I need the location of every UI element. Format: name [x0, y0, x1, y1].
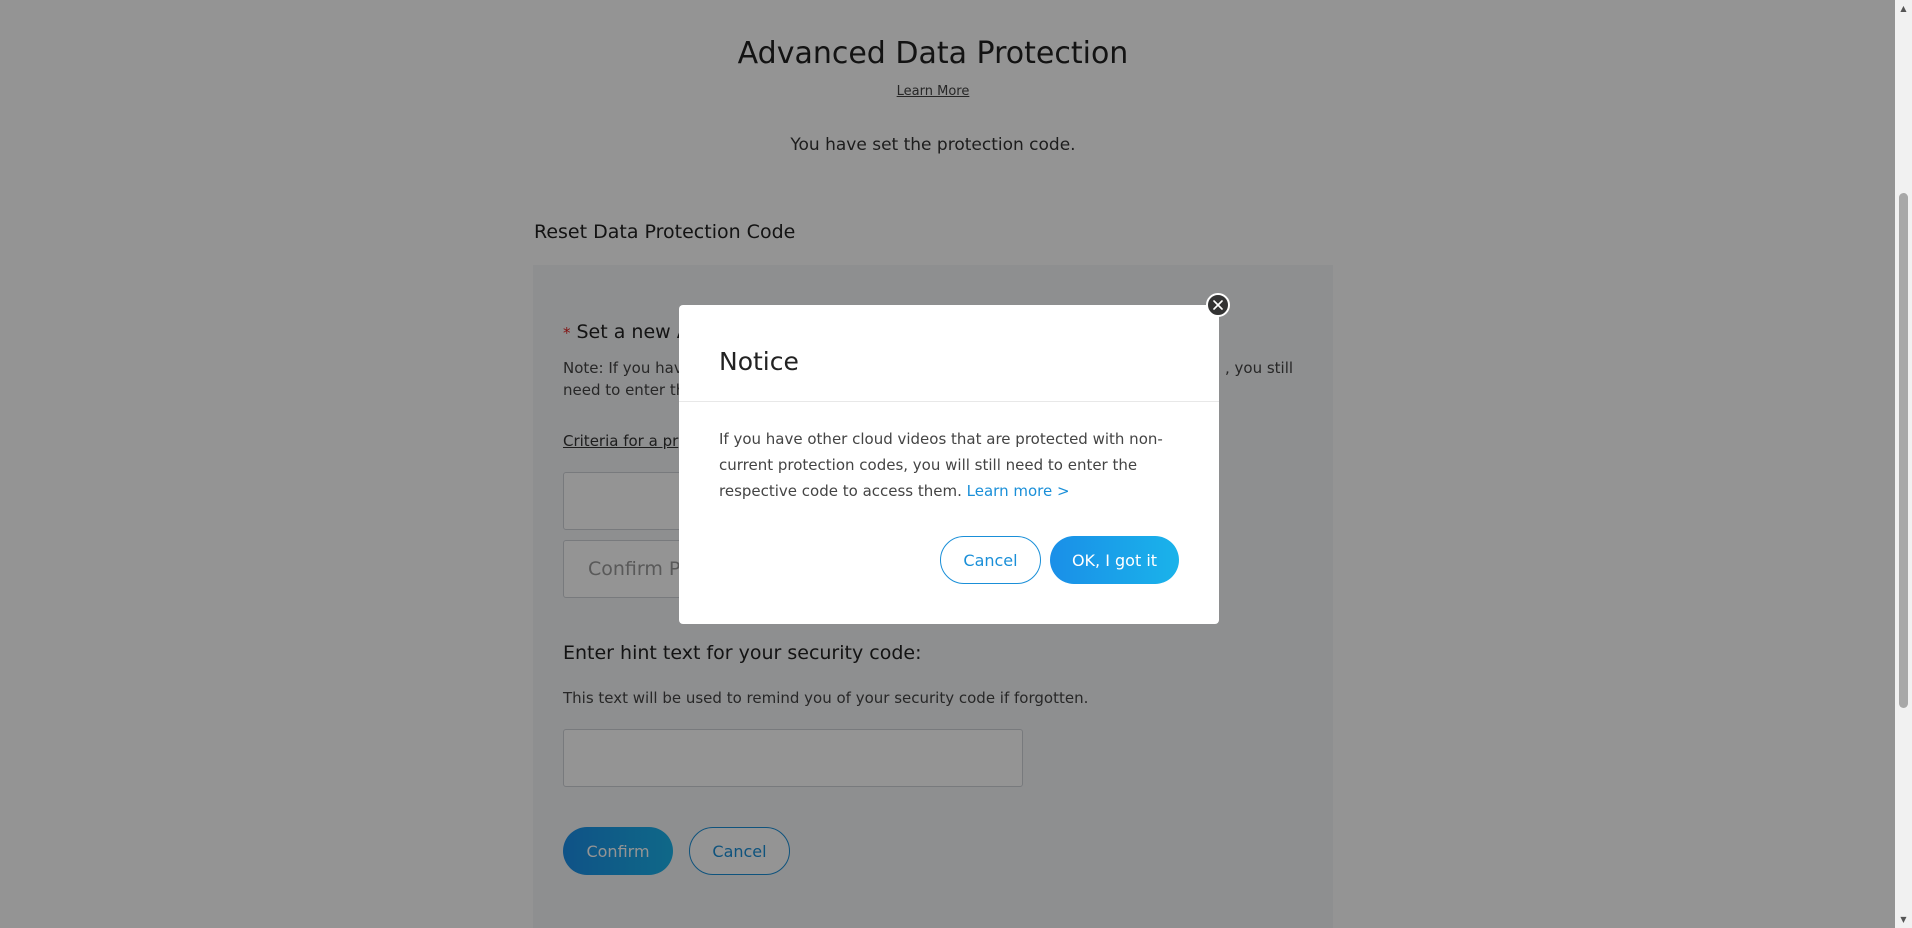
modal-body: If you have other cloud videos that are … [719, 426, 1179, 504]
modal-divider [679, 401, 1219, 402]
modal-title: Notice [719, 347, 799, 376]
scroll-down-icon[interactable]: ▼ [1895, 911, 1912, 928]
scrollbar[interactable]: ▲ ▼ [1895, 0, 1912, 928]
modal-cancel-button[interactable]: Cancel [940, 536, 1041, 584]
scroll-thumb[interactable] [1899, 193, 1908, 708]
close-icon[interactable] [1206, 293, 1230, 317]
notice-modal: Notice If you have other cloud videos th… [679, 305, 1219, 624]
scroll-up-icon[interactable]: ▲ [1895, 0, 1912, 17]
modal-message: If you have other cloud videos that are … [719, 430, 1163, 500]
modal-learn-more-link[interactable]: Learn more > [967, 482, 1070, 500]
modal-ok-button[interactable]: OK, I got it [1050, 536, 1179, 584]
